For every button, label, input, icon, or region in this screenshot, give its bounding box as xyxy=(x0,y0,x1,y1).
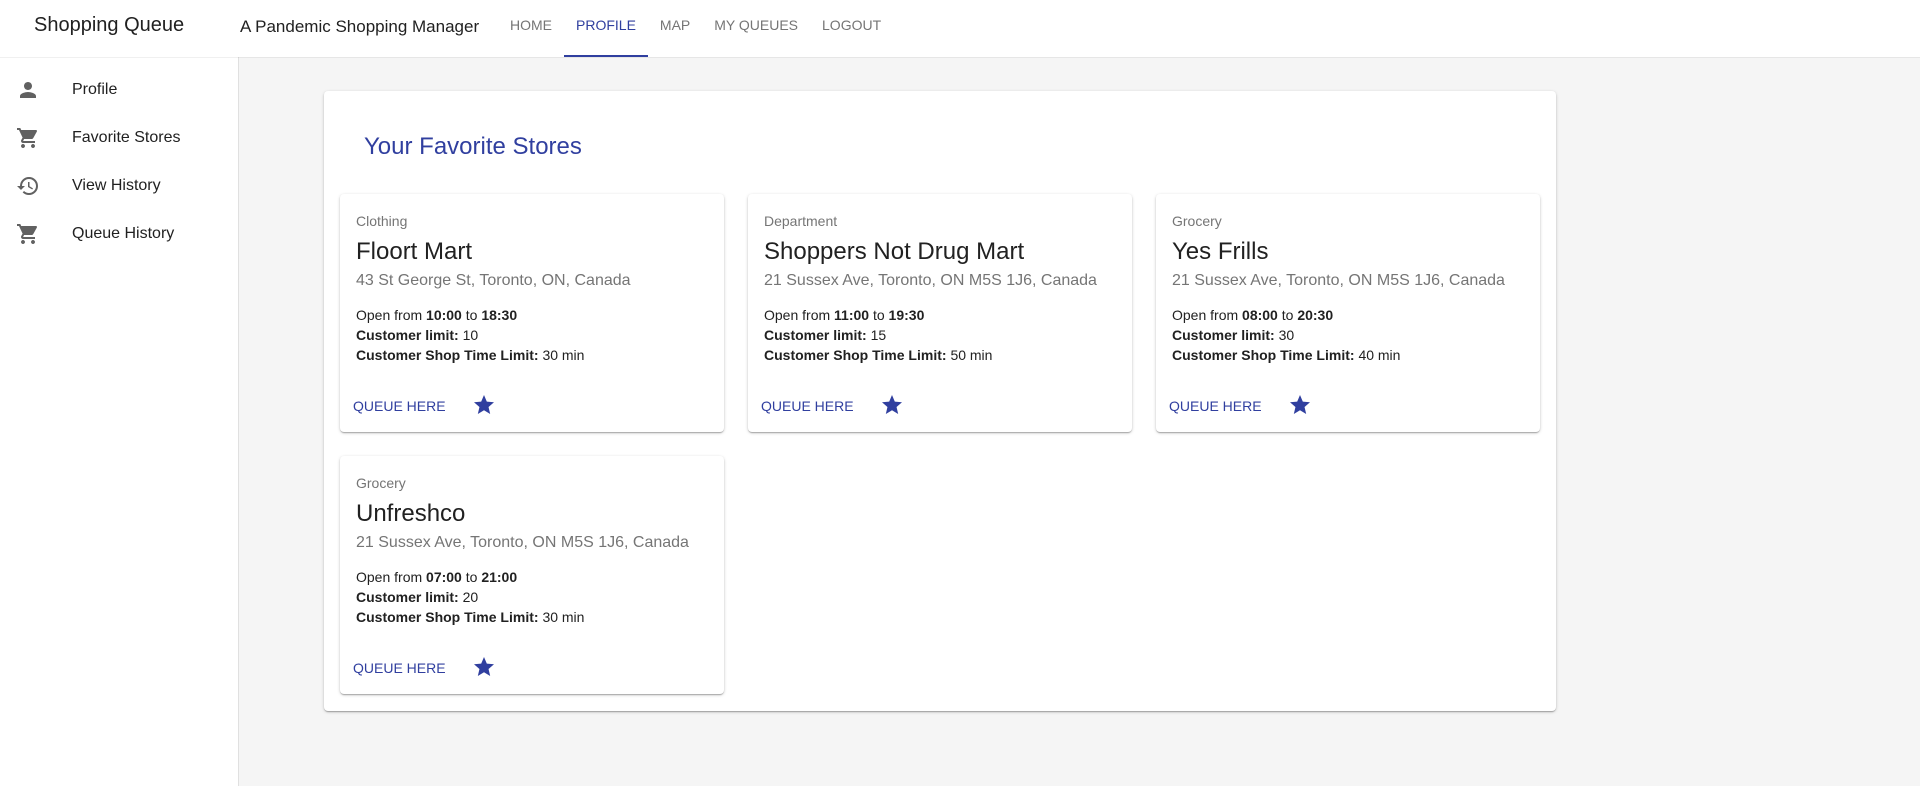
cart-icon xyxy=(17,224,38,244)
customer-limit-label: Customer limit: xyxy=(1172,327,1275,343)
store-name: Floort Mart xyxy=(356,238,473,265)
customer-limit-label: Customer limit: xyxy=(356,589,459,605)
store-hours: Open from 10:00 to 18:30 xyxy=(356,307,517,323)
sidebar-item-label: View History xyxy=(72,177,161,194)
store-hours: Open from 07:00 to 21:00 xyxy=(356,569,517,585)
shop-time-limit: Customer Shop Time Limit: 30 min xyxy=(356,347,584,363)
cart-icon xyxy=(17,128,38,148)
close-time: 21:00 xyxy=(481,569,518,585)
sidebar-item-label: Profile xyxy=(72,81,118,98)
shop-time-value: 30 min xyxy=(542,609,585,625)
to-label: to xyxy=(465,307,478,323)
store-address: 21 Sussex Ave, Toronto, ON M5S 1J6, Cana… xyxy=(1172,272,1505,289)
app-bar: Shopping Queue A Pandemic Shopping Manag… xyxy=(0,0,1920,57)
history-icon xyxy=(17,177,38,195)
store-hours: Open from 08:00 to 20:30 xyxy=(1172,307,1333,323)
store-address: 21 Sussex Ave, Toronto, ON M5S 1J6, Cana… xyxy=(356,534,689,551)
sidebar-item-favorite-stores[interactable]: Favorite Stores xyxy=(0,114,239,162)
store-category: Clothing xyxy=(356,213,408,229)
open-from-label: Open from xyxy=(356,569,423,585)
store-card: Clothing Floort Mart 43 St George St, To… xyxy=(340,194,724,432)
star-icon[interactable] xyxy=(472,655,496,679)
customer-limit: Customer limit: 30 xyxy=(1172,327,1294,343)
customer-limit-label: Customer limit: xyxy=(764,327,867,343)
store-category: Grocery xyxy=(1172,213,1222,229)
customer-limit-value: 30 xyxy=(1278,327,1295,343)
customer-limit-value: 20 xyxy=(462,589,479,605)
app-title: Shopping Queue xyxy=(34,14,185,36)
shop-time-label: Customer Shop Time Limit: xyxy=(1172,347,1355,363)
store-address: 21 Sussex Ave, Toronto, ON M5S 1J6, Cana… xyxy=(764,272,1097,289)
shop-time-value: 30 min xyxy=(542,347,585,363)
tab-map[interactable]: MAP xyxy=(648,0,702,57)
to-label: to xyxy=(872,307,885,323)
open-from-label: Open from xyxy=(1172,307,1239,323)
shop-time-value: 40 min xyxy=(1358,347,1401,363)
sidebar-item-label: Favorite Stores xyxy=(72,129,181,146)
tab-home[interactable]: HOME xyxy=(498,0,564,57)
tab-profile[interactable]: PROFILE xyxy=(564,0,648,57)
shop-time-limit: Customer Shop Time Limit: 30 min xyxy=(356,609,584,625)
close-time: 20:30 xyxy=(1297,307,1334,323)
store-name: Shoppers Not Drug Mart xyxy=(764,238,1025,265)
store-address: 43 St George St, Toronto, ON, Canada xyxy=(356,272,631,289)
shop-time-limit: Customer Shop Time Limit: 50 min xyxy=(764,347,992,363)
top-nav: HOME PROFILE MAP MY QUEUES LOGOUT xyxy=(498,0,893,57)
tab-logout[interactable]: LOGOUT xyxy=(810,0,893,57)
store-card: Grocery Unfreshco 21 Sussex Ave, Toronto… xyxy=(340,456,724,694)
queue-here-button[interactable]: QUEUE HERE xyxy=(1169,398,1262,414)
sidebar-item-label: Queue History xyxy=(72,225,175,242)
store-category: Department xyxy=(764,213,838,229)
open-from-label: Open from xyxy=(356,307,423,323)
open-time: 11:00 xyxy=(834,307,870,323)
tab-my-queues[interactable]: MY QUEUES xyxy=(702,0,810,57)
star-icon[interactable] xyxy=(472,393,496,417)
open-time: 07:00 xyxy=(426,569,462,585)
customer-limit-value: 10 xyxy=(462,327,479,343)
store-card: Department Shoppers Not Drug Mart 21 Sus… xyxy=(748,194,1132,432)
customer-limit: Customer limit: 20 xyxy=(356,589,478,605)
customer-limit-label: Customer limit: xyxy=(356,327,459,343)
store-name: Yes Frills xyxy=(1172,238,1269,265)
shop-time-label: Customer Shop Time Limit: xyxy=(356,347,539,363)
app-subtitle: A Pandemic Shopping Manager xyxy=(240,17,480,36)
open-time: 10:00 xyxy=(426,307,462,323)
shop-time-label: Customer Shop Time Limit: xyxy=(356,609,539,625)
customer-limit: Customer limit: 10 xyxy=(356,327,478,343)
queue-here-button[interactable]: QUEUE HERE xyxy=(761,398,854,414)
shop-time-label: Customer Shop Time Limit: xyxy=(764,347,947,363)
customer-limit: Customer limit: 15 xyxy=(764,327,886,343)
store-name: Unfreshco xyxy=(356,500,466,527)
to-label: to xyxy=(465,569,478,585)
open-from-label: Open from xyxy=(764,307,831,323)
store-category: Grocery xyxy=(356,475,406,491)
favorite-stores-panel: Your Favorite Stores Clothing Floort Mar… xyxy=(324,91,1556,711)
star-icon[interactable] xyxy=(880,393,904,417)
page-title: Your Favorite Stores xyxy=(364,133,582,160)
to-label: to xyxy=(1281,307,1294,323)
sidebar-item-queue-history[interactable]: Queue History xyxy=(0,210,239,258)
person-icon xyxy=(20,82,36,98)
queue-here-button[interactable]: QUEUE HERE xyxy=(353,660,446,676)
shop-time-value: 50 min xyxy=(950,347,993,363)
store-card: Grocery Yes Frills 21 Sussex Ave, Toront… xyxy=(1156,194,1540,432)
open-time: 08:00 xyxy=(1242,307,1278,323)
star-icon[interactable] xyxy=(1288,393,1312,417)
queue-here-button[interactable]: QUEUE HERE xyxy=(353,398,446,414)
customer-limit-value: 15 xyxy=(870,327,887,343)
sidebar-item-view-history[interactable]: View History xyxy=(0,162,239,210)
sidebar-item-profile[interactable]: Profile xyxy=(0,66,239,114)
sidebar: Profile Favorite Stores View History Que… xyxy=(0,57,239,786)
close-time: 19:30 xyxy=(888,307,925,323)
store-hours: Open from 11:00 to 19:30 xyxy=(764,307,924,323)
close-time: 18:30 xyxy=(481,307,518,323)
shop-time-limit: Customer Shop Time Limit: 40 min xyxy=(1172,347,1400,363)
